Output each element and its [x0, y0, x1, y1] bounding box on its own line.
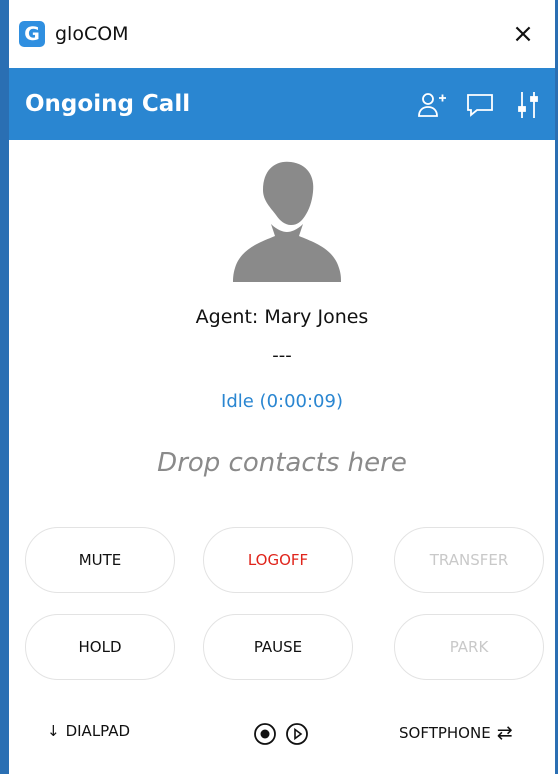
park-button[interactable]: PARK — [394, 614, 544, 680]
recording-controls — [253, 722, 309, 746]
caller-number: --- — [272, 345, 292, 366]
person-silhouette-icon — [233, 161, 341, 282]
title-bar: G gloCOM × — [9, 0, 555, 68]
softphone-label: SOFTPHONE — [399, 724, 491, 742]
dialpad-toggle[interactable]: ↓ DIALPAD — [47, 722, 130, 740]
call-header: Ongoing Call — [9, 68, 555, 140]
app-title: gloCOM — [55, 23, 129, 45]
drop-contacts-zone[interactable]: Drop contacts here — [9, 448, 555, 478]
dialpad-label: DIALPAD — [65, 722, 131, 740]
call-status: Idle (0:00:09) — [221, 391, 343, 412]
close-button[interactable]: × — [505, 16, 541, 52]
pause-button[interactable]: PAUSE — [203, 614, 353, 680]
mute-button[interactable]: MUTE — [25, 527, 175, 593]
logoff-button[interactable]: LOGOFF — [203, 527, 353, 593]
page-title: Ongoing Call — [25, 91, 191, 117]
app-window: G gloCOM × Ongoing Call Agent: Mary Jone… — [0, 0, 558, 774]
arrow-down-icon: ↓ — [47, 722, 60, 740]
hold-button[interactable]: HOLD — [25, 614, 175, 680]
avatar — [217, 150, 357, 290]
agent-name: Agent: Mary Jones — [195, 306, 369, 328]
swap-arrows-icon: ⇄ — [496, 722, 513, 744]
glocom-logo-icon: G — [19, 21, 45, 47]
add-contact-icon[interactable] — [415, 88, 449, 122]
play-icon[interactable] — [285, 722, 309, 746]
softphone-toggle[interactable]: SOFTPHONE ⇄ — [399, 722, 513, 744]
record-icon[interactable] — [253, 722, 277, 746]
header-actions — [415, 88, 545, 122]
chat-icon[interactable] — [463, 88, 497, 122]
transfer-button[interactable]: TRANSFER — [394, 527, 544, 593]
settings-sliders-icon[interactable] — [511, 88, 545, 122]
